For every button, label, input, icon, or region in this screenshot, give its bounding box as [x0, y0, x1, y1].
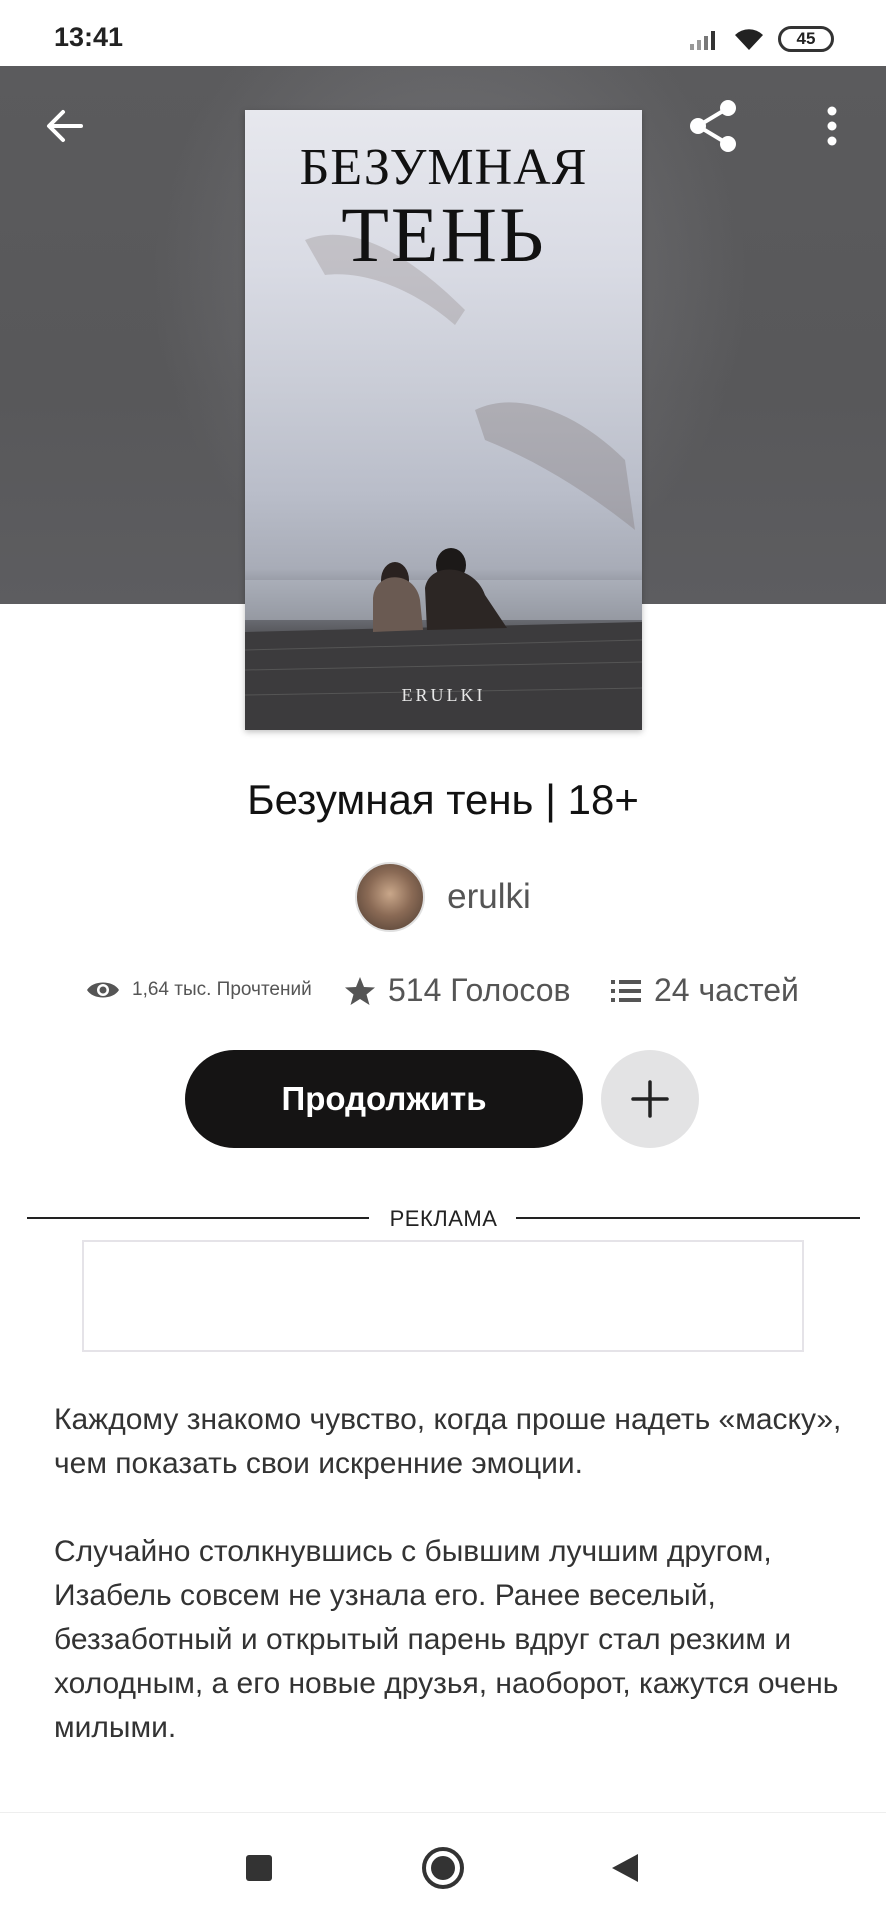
battery-level: 45 [796, 29, 816, 48]
share-icon [690, 100, 736, 152]
back-button[interactable] [34, 96, 94, 156]
reads-stat: 1,64 тыс. Прочтений [86, 978, 312, 1002]
cover-author: ERULKI [401, 685, 486, 705]
votes-stat: 514 Голосов [344, 972, 571, 1009]
plus-icon [631, 1080, 669, 1118]
cover-title-line1: БЕЗУМНАЯ [299, 139, 588, 196]
star-icon [345, 976, 375, 1005]
parts-count[interactable]: 24 частей [654, 972, 799, 1009]
status-bar: 13:41 45 [0, 0, 886, 66]
parts-stat[interactable]: 24 частей [610, 972, 799, 1009]
status-time: 13:41 [54, 22, 124, 52]
book-cover[interactable]: БЕЗУМНАЯ ТЕНЬ ERULKI [245, 110, 642, 730]
ad-label: РЕКЛАМА [389, 1206, 498, 1231]
book-stats: 1,64 тыс. Прочтений 514 Голосов 24 часте… [0, 972, 886, 1022]
cover-title-line2: ТЕНЬ [341, 191, 546, 278]
recent-apps-icon [246, 1855, 272, 1881]
back-triangle-icon [612, 1854, 638, 1882]
system-back-button[interactable] [600, 1843, 650, 1893]
avatar[interactable] [355, 862, 426, 932]
votes-count: 514 Голосов [388, 972, 571, 1008]
home-button[interactable] [418, 1843, 468, 1893]
recent-apps-button[interactable] [234, 1843, 284, 1893]
system-nav-bar [0, 1812, 886, 1920]
description-paragraph: Каждому знакомо чувство, когда проше над… [54, 1403, 842, 1480]
add-to-library-button[interactable] [601, 1050, 699, 1148]
signal-icon [690, 31, 715, 50]
description-paragraph: Случайно столкнувшись с бывшим лучшим др… [54, 1535, 839, 1744]
author-link[interactable]: erulki [0, 862, 886, 932]
more-button[interactable] [802, 96, 862, 156]
ad-divider-line-right [516, 1217, 860, 1219]
arrow-left-icon [47, 110, 83, 142]
author-name[interactable]: erulki [447, 877, 531, 917]
battery-icon: 45 [778, 26, 834, 52]
book-title: Безумная тень | 18+ [247, 776, 639, 823]
reads-count: 1,64 тыс. Прочтений [132, 979, 312, 1000]
list-icon [611, 979, 641, 1002]
ad-divider: РЕКЛАМА [27, 1206, 860, 1231]
continue-reading-button[interactable]: Продолжить [185, 1050, 583, 1148]
share-button[interactable] [684, 96, 744, 156]
book-description: Каждому знакомо чувство, когда проше над… [54, 1398, 844, 1794]
ad-banner[interactable] [82, 1240, 804, 1352]
more-vertical-icon [827, 106, 837, 146]
home-icon [422, 1847, 464, 1889]
status-icons: 45 [688, 26, 834, 52]
eye-icon [87, 982, 119, 998]
wifi-icon [735, 29, 763, 50]
